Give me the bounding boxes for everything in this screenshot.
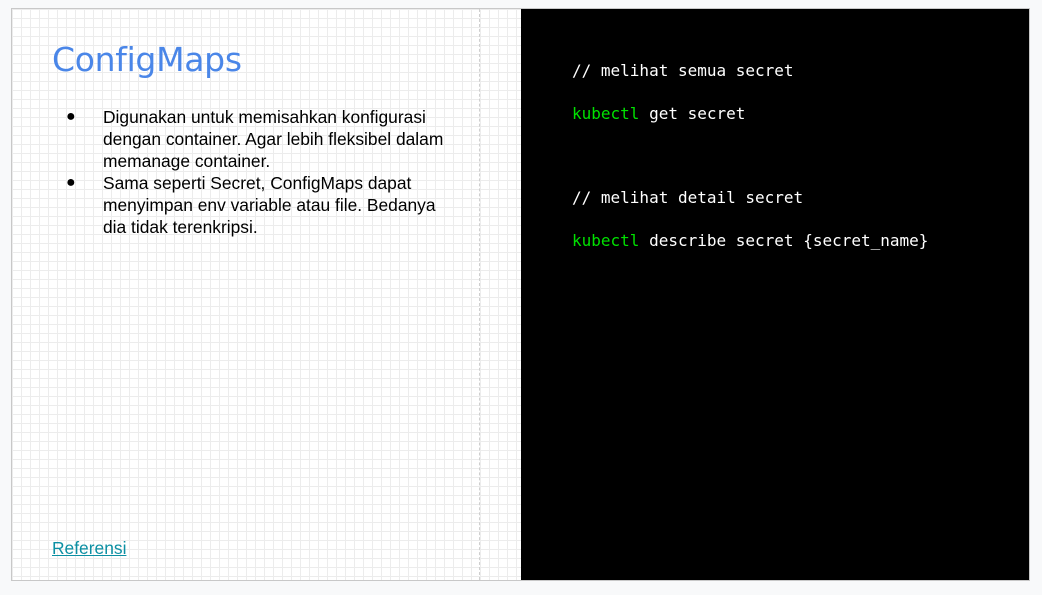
bullet-line: Digunakan untuk memisahkan konfigurasi xyxy=(103,107,426,127)
bullet-item: ● Digunakan untuk memisahkan konfigurasi… xyxy=(62,106,482,172)
code-keyword: kubectl xyxy=(572,104,640,123)
bullet-line: memanage container. xyxy=(103,151,271,171)
slide-title[interactable]: ConfigMaps xyxy=(52,40,242,79)
bullet-item: ● Sama seperti Secret, ConfigMaps dapat … xyxy=(62,172,482,238)
code-command: kubectl get secret xyxy=(572,104,745,123)
bullet-line: dia tidak terenkripsi. xyxy=(103,217,258,237)
bullet-line: menyimpan env variable atau file. Bedany… xyxy=(103,195,436,215)
presentation-canvas: ConfigMaps ● Digunakan untuk memisahkan … xyxy=(0,0,1042,595)
bullet-icon: ● xyxy=(66,174,76,191)
code-args: describe secret {secret_name} xyxy=(639,231,929,250)
reference-link[interactable]: Referensi xyxy=(52,538,126,559)
bullet-line: dengan container. Agar lebih fleksibel d… xyxy=(103,129,444,149)
code-args: get secret xyxy=(639,104,746,123)
code-comment: // melihat semua secret xyxy=(572,61,794,80)
bullet-line: Sama seperti Secret, ConfigMaps dapat xyxy=(103,173,412,193)
bullet-list[interactable]: ● Digunakan untuk memisahkan konfigurasi… xyxy=(62,106,482,238)
code-comment: // melihat detail secret xyxy=(572,188,804,207)
slide[interactable]: ConfigMaps ● Digunakan untuk memisahkan … xyxy=(11,8,1030,581)
slide-text-panel: ConfigMaps ● Digunakan untuk memisahkan … xyxy=(12,9,521,580)
bullet-icon: ● xyxy=(66,108,76,125)
code-panel[interactable]: // melihat semua secret kubectl get secr… xyxy=(521,9,1029,580)
layout-guide xyxy=(479,9,480,580)
code-command: kubectl describe secret {secret_name} xyxy=(572,231,928,250)
code-keyword: kubectl xyxy=(572,231,640,250)
